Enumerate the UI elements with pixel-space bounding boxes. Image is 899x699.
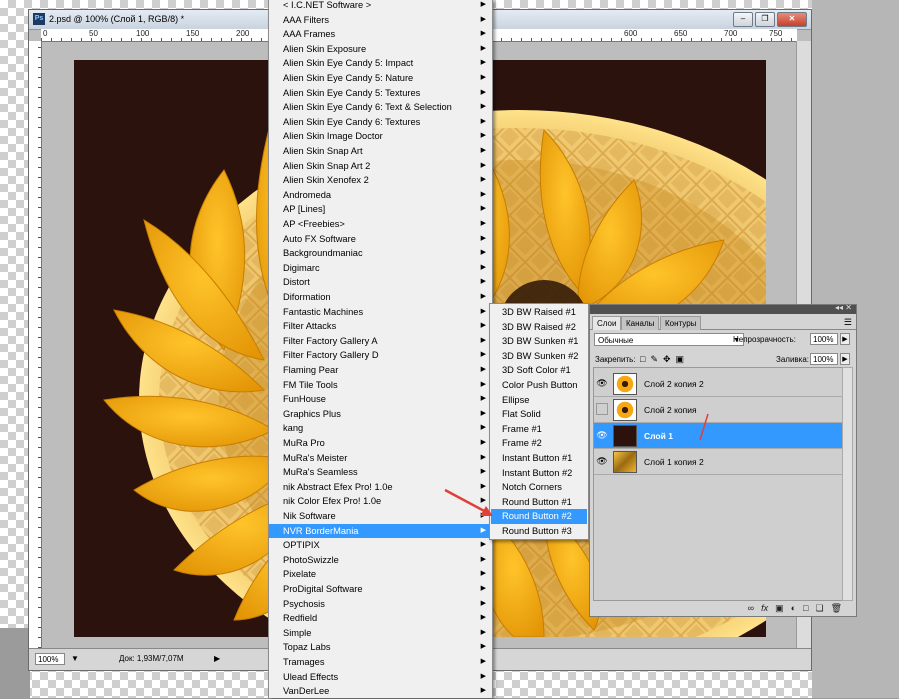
annotation-overlay — [444, 413, 709, 516]
annotation-arrow — [699, 413, 709, 441]
annotation-arrow — [444, 488, 489, 515]
